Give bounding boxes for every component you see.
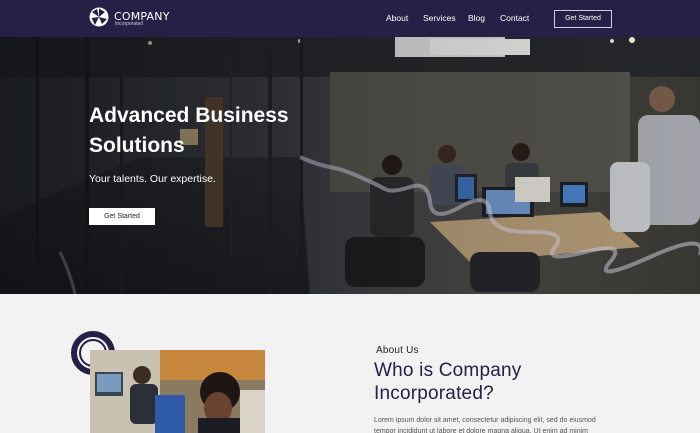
- aperture-logo-icon[interactable]: [89, 7, 109, 27]
- hero-subtitle: Your talents. Our expertise.: [89, 173, 216, 185]
- hero-title: Advanced Business Solutions: [89, 104, 289, 157]
- hero-get-started-button[interactable]: Get Started: [89, 208, 155, 225]
- nav-link-services[interactable]: Services: [423, 13, 456, 23]
- about-photo-image: [90, 350, 265, 433]
- about-eyebrow: About Us: [376, 345, 419, 356]
- about-title: Who is Company Incorporated?: [374, 360, 522, 404]
- brand-tagline: Incorporated: [115, 21, 144, 27]
- nav-link-blog[interactable]: Blog: [468, 13, 485, 23]
- hero-section: Advanced Business Solutions Your talents…: [0, 37, 700, 294]
- top-nav: COMPANY Incorporated About Services Blog…: [0, 0, 700, 37]
- nav-link-about[interactable]: About: [386, 13, 408, 23]
- hero-office-photo: [0, 37, 700, 294]
- nav-link-contact[interactable]: Contact: [500, 13, 529, 23]
- about-team-photo: [90, 350, 265, 433]
- about-body-text: Lorem ipsum dolor sit amet, consectetur …: [374, 417, 596, 433]
- nav-get-started-button[interactable]: Get Started: [554, 10, 612, 28]
